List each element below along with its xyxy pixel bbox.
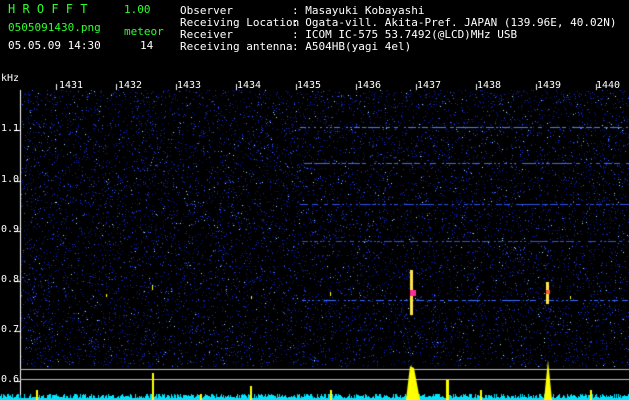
- y-tick-label: 0.8: [1, 274, 20, 285]
- file-datetime: 05.05.09 14:30: [8, 39, 101, 52]
- info-key: Receiving antenna: [180, 40, 293, 53]
- time-tick-label: 1439: [537, 80, 562, 91]
- time-tick-label: 1437: [417, 80, 442, 91]
- y-tick-label: 0.9: [1, 224, 20, 235]
- info-value: : A504HB(yagi 4el): [292, 40, 412, 53]
- y-tick-label: 0.7: [1, 324, 20, 335]
- time-tick-label: 1438: [477, 80, 502, 91]
- app-title: H R O F F T: [8, 2, 88, 16]
- time-tick-label: 1433: [177, 80, 202, 91]
- file-name: 0505091430.png: [8, 21, 101, 34]
- meteor-label: meteor: [124, 25, 164, 38]
- meteor-count: 14: [140, 39, 154, 52]
- y-tick-label: 0.6: [1, 374, 20, 385]
- spectrogram-canvas: [0, 0, 629, 400]
- y-tick-label: 1.1: [1, 123, 20, 134]
- app-version: 1.00: [124, 3, 151, 16]
- time-tick-label: 1434: [237, 80, 262, 91]
- time-tick-label: 1432: [118, 80, 143, 91]
- time-tick-label: 1440: [596, 80, 621, 91]
- time-tick-label: 1435: [297, 80, 322, 91]
- time-tick-label: 1431: [59, 80, 84, 91]
- y-tick-label: 1.0: [1, 174, 20, 185]
- time-tick-label: 1436: [357, 80, 382, 91]
- y-axis-unit: kHz: [1, 73, 20, 84]
